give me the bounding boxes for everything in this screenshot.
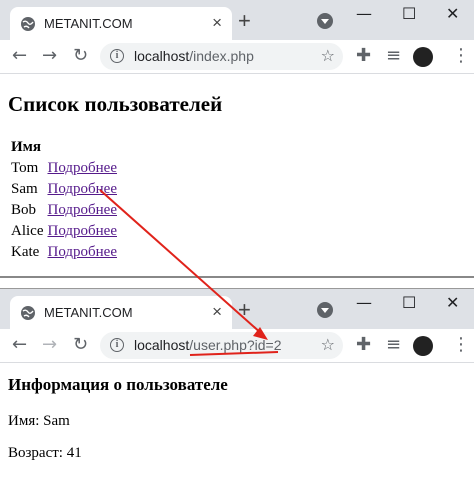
annotation-arrow-line xyxy=(99,189,263,335)
annotation-overlay xyxy=(99,189,279,356)
annotation-underline xyxy=(189,351,279,356)
